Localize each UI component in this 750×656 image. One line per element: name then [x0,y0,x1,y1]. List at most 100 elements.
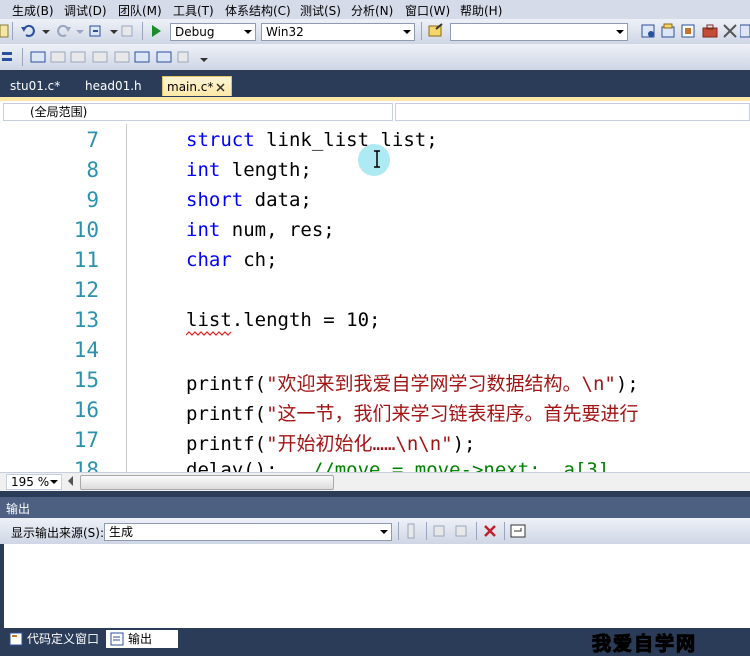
tab-head01-h[interactable]: head01.h [85,76,142,96]
file-icon[interactable] [0,23,16,39]
toolbox-icon[interactable] [702,23,718,39]
object-browser-icon[interactable] [680,23,696,39]
scrollbar-thumb[interactable] [80,475,334,490]
watermark-logo: 我爱自学网 [591,633,698,656]
code-line[interactable]: struct link_list list; [186,129,438,151]
tab-main-c[interactable]: main.c* [162,76,232,96]
menu-window[interactable]: 窗口(W) [405,2,450,19]
code-text: link_list list; [254,129,438,151]
line-number: 15 [73,368,99,392]
menu-help[interactable]: 帮助(H) [460,2,502,19]
text-cursor-icon [374,150,380,168]
toolbar-separator [142,22,143,40]
tab-stu01-c[interactable]: stu01.c* [10,76,60,96]
solution-platform-select[interactable]: Win32 [261,23,415,41]
zoom-value: 195 % [11,475,50,489]
previous-message-icon[interactable] [432,523,448,539]
line-number: 16 [73,398,99,422]
code-text: ch; [231,249,278,271]
code-line[interactable]: list.length = 10; [186,309,380,331]
properties-icon[interactable] [660,23,676,39]
code-string: "欢迎来到我爱自学网学习数据结构。\n" [266,373,616,395]
line-number: 17 [73,428,99,452]
close-icon[interactable] [216,83,225,92]
code-text: data; [243,189,312,211]
find-in-files-icon[interactable] [428,23,444,39]
word-wrap-icon[interactable] [510,523,526,539]
navigate-back-icon[interactable] [88,23,104,39]
member-select[interactable] [395,103,750,121]
overflow-icon[interactable] [740,23,750,39]
tool-window-tabs: 代码定义窗口 输出 我爱自学网 [0,628,750,656]
chevron-down-icon [50,480,58,484]
code-line[interactable]: int length; [186,159,312,181]
outlining-margin [126,124,127,472]
clear-all-icon[interactable] [482,523,498,539]
output-source-select[interactable]: 生成 [104,523,392,541]
output-source-value: 生成 [109,525,134,539]
tab-code-definition-label: 代码定义窗口 [27,632,100,646]
code-text: list.length = 10; [186,309,381,331]
redo-icon[interactable] [56,23,72,39]
code-text: printf( [186,403,267,425]
code-keyword: char [186,249,232,271]
solution-configuration-value: Debug [175,25,215,39]
chevron-down-icon[interactable] [196,49,212,65]
scope-select[interactable]: (全局范围) [3,103,393,121]
code-line[interactable]: char ch; [186,249,278,271]
line-number: 18 [73,458,99,472]
quick-info-icon[interactable] [70,49,86,65]
menu-architecture[interactable]: 体系结构(C) [225,2,291,19]
undo-icon[interactable] [20,23,36,39]
menu-debug[interactable]: 调试(D) [64,2,107,19]
chevron-down-icon[interactable] [38,23,54,39]
tab-output[interactable]: 输出 [106,630,178,648]
document-tab-strip: stu01.c* head01.h main.c* [0,70,750,97]
code-text: printf( [186,433,267,455]
zoom-select[interactable]: 195 % [6,474,62,490]
solution-configuration-select[interactable]: Debug [170,23,256,41]
horizontal-scrollbar: 195 % [0,472,750,491]
code-text: ); [615,373,639,395]
code-keyword: short [186,189,244,211]
output-source-label: 显示输出来源(S): [11,526,105,540]
line-number: 13 [73,308,99,332]
code-comment: //move = move->next; a[3] [277,459,610,472]
menu-team[interactable]: 团队(M) [118,2,162,19]
code-line[interactable]: printf("开始初始化……\n\n"); [186,429,475,456]
find-combo[interactable] [450,23,628,41]
code-line[interactable]: printf("欢迎来到我爱自学网学习数据结构。\n"); [186,369,639,396]
menu-test[interactable]: 测试(S) [300,2,341,19]
code-definition-icon [9,632,23,646]
parameter-info-icon[interactable] [50,49,66,65]
tab-main-c-label: main.c* [167,80,214,94]
code-string: "开始初始化……\n\n" [266,433,453,455]
decrease-indent-icon[interactable] [114,49,130,65]
toolbar-separator [426,522,427,540]
code-line[interactable]: int num, res; [186,219,335,241]
scroll-left-icon[interactable] [68,476,73,486]
navigate-forward-icon[interactable] [120,23,136,39]
find-message-icon[interactable] [404,523,420,539]
gripper-icon [2,52,12,61]
solution-explorer-icon[interactable] [640,23,656,39]
code-line[interactable]: printf("这一节，我们来学习链表程序。首先要进行 [186,399,639,426]
output-text-area[interactable] [4,544,750,628]
tab-code-definition-window[interactable]: 代码定义窗口 [5,630,99,648]
code-line[interactable]: delay(); //move = move->next; a[3] [186,459,609,472]
start-debugging-icon[interactable] [148,23,164,39]
tools-icon[interactable] [722,23,738,39]
chevron-down-icon[interactable] [72,23,88,39]
code-line[interactable]: short data; [186,189,312,211]
menu-analyze[interactable]: 分析(N) [351,2,393,19]
menu-tools[interactable]: 工具(T) [173,2,214,19]
code-editor[interactable]: 7 8 9 10 11 12 13 14 15 16 17 18 struct … [0,124,750,472]
next-message-icon[interactable] [454,523,470,539]
complete-word-icon[interactable] [92,49,108,65]
comment-out-icon[interactable] [156,49,172,65]
display-object-member-list-icon[interactable] [30,49,46,65]
increase-indent-icon[interactable] [134,49,150,65]
menu-build[interactable]: 生成(B) [12,2,54,19]
bookmark-icon[interactable] [176,49,192,65]
output-panel-title: 输出 [6,502,31,516]
